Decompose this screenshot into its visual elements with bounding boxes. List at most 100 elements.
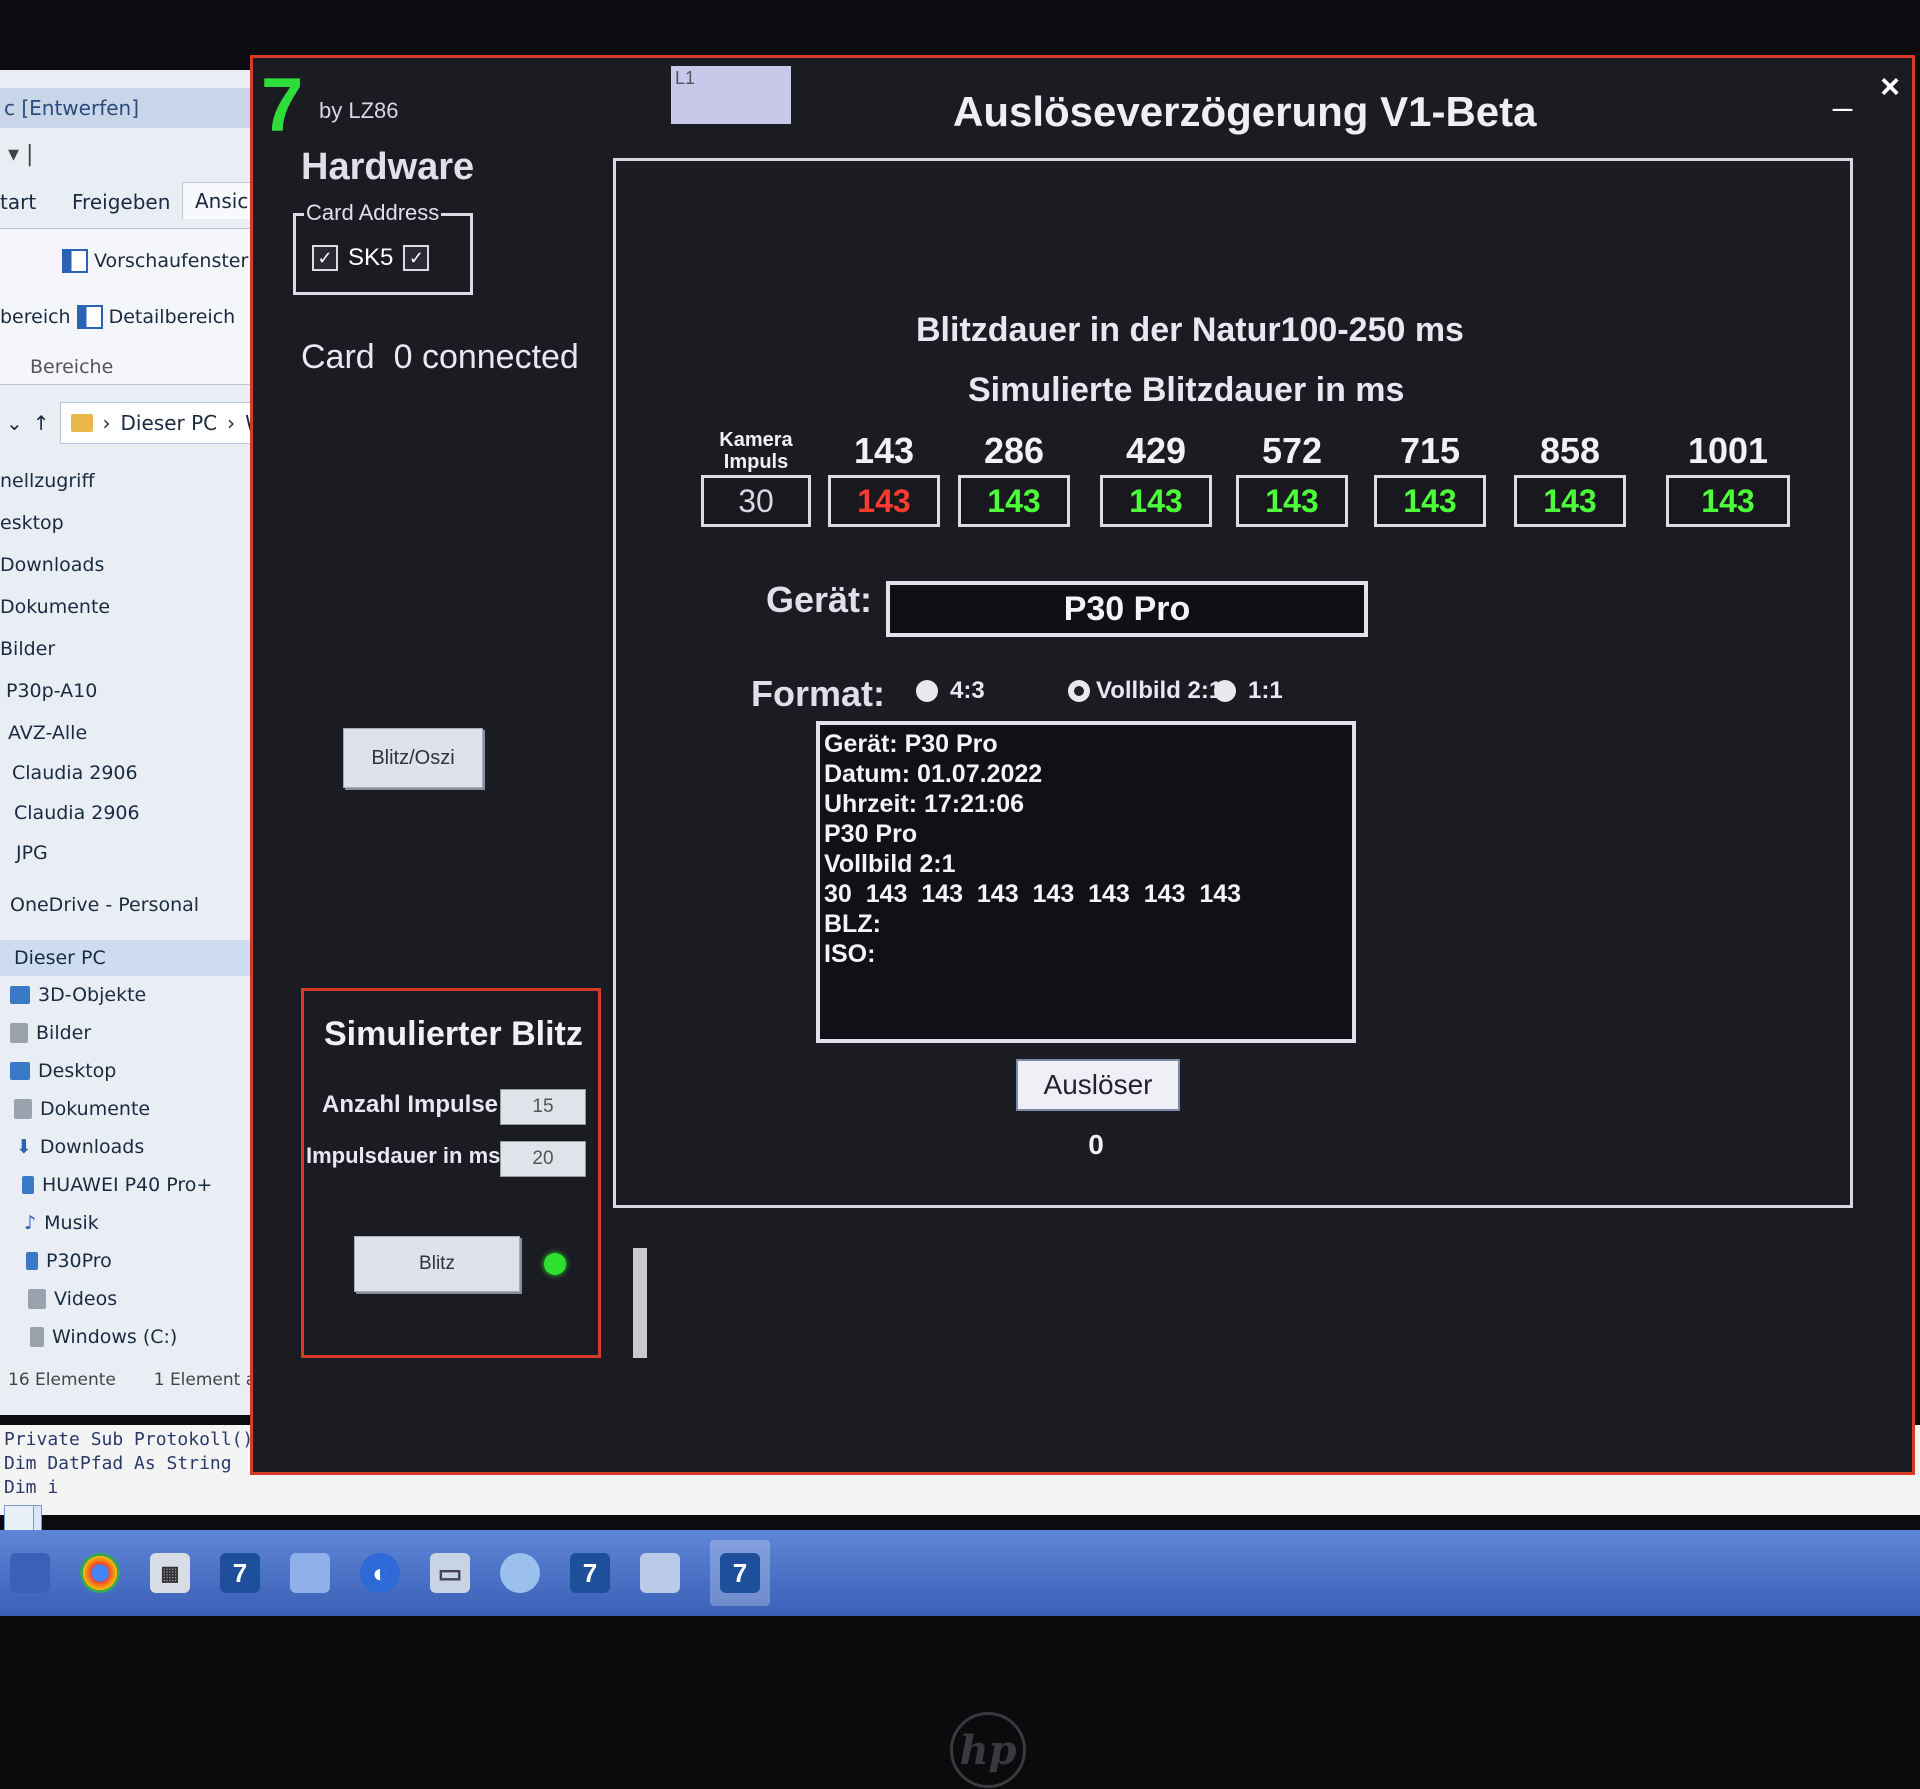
music-icon: ♪ (24, 1212, 37, 1234)
blitz-button[interactable]: Blitz (354, 1236, 520, 1292)
nav-item[interactable]: 3D-Objekte (10, 984, 146, 1006)
nav-item[interactable]: Dokumente (0, 596, 110, 618)
vb-app-icon[interactable]: 7 (220, 1553, 260, 1593)
trigger-button[interactable]: Auslöser (1016, 1059, 1180, 1111)
pulses-input[interactable]: 15 (500, 1089, 586, 1125)
downloads-icon: ⬇ (16, 1136, 32, 1158)
device-field[interactable]: P30 Pro (886, 581, 1368, 637)
nav-item[interactable]: HUAWEI P40 Pro+ (22, 1174, 212, 1196)
drive-icon (30, 1327, 44, 1347)
code-line: Dim DatPfad As String (4, 1453, 232, 1474)
tools-icon[interactable] (500, 1553, 540, 1593)
main-panel: Blitzdauer in der Natur100-250 ms Simuli… (613, 158, 1853, 1208)
nav-item[interactable]: Bilder (0, 638, 55, 660)
nav-item[interactable]: nellzugriff (0, 470, 95, 492)
log-line: Uhrzeit: 17:21:06 (824, 790, 1025, 818)
nav-item[interactable]: Bilder (10, 1022, 91, 1044)
nav-item[interactable]: Claudia 2906 (12, 762, 138, 784)
duration-column-label: 572 (1261, 430, 1323, 471)
minimize-button[interactable]: _ (1833, 74, 1852, 113)
taskbar: ▦ 7 ◐ ▭ 7 7 (0, 1530, 1920, 1616)
flash-duration-nature-heading: Blitzdauer in der Natur100-250 ms (916, 311, 1464, 349)
nav-item[interactable]: Dokumente (14, 1098, 150, 1120)
nav-item[interactable]: Videos (28, 1288, 117, 1310)
nav-item[interactable]: Desktop (10, 1060, 116, 1082)
up-arrow-icon[interactable]: ↑ (33, 411, 50, 435)
nav-item[interactable]: AVZ-Alle (8, 722, 87, 744)
radio-selected-icon (1068, 680, 1090, 702)
file-icon[interactable] (290, 1553, 330, 1593)
log-line: 30 143 143 143 143 143 143 143 (824, 880, 1242, 908)
phone-icon (26, 1252, 38, 1270)
start-button-icon[interactable] (10, 1553, 50, 1593)
tab-start[interactable]: tart (0, 190, 36, 214)
duration-input[interactable]: 20 (500, 1141, 586, 1177)
duration-column: 1001 143 (1666, 429, 1790, 527)
quick-access-dropdown[interactable]: ▾ | (8, 142, 33, 167)
nav-item[interactable]: esktop (0, 512, 64, 534)
preview-pane-button[interactable]: Vorschaufenster (62, 249, 248, 273)
details-pane-icon (76, 305, 103, 329)
breadcrumb-dieser-pc[interactable]: Dieser PC (121, 411, 218, 435)
duration-column-label: 858 (1539, 430, 1601, 471)
app-window: 7 by LZ86 L1 Auslöseverzögerung V1-Beta … (250, 55, 1915, 1475)
format-radio-1-1[interactable]: 1:1 (1214, 677, 1283, 705)
trigger-counter: 0 (1088, 1129, 1104, 1160)
format-radio-4-3[interactable]: 4:3 (916, 677, 985, 705)
nav-item[interactable]: Windows (C:) (30, 1326, 177, 1348)
close-button[interactable]: × (1880, 68, 1900, 107)
chevron-down-icon[interactable]: ⌄ (6, 411, 23, 435)
details-pane-button[interactable]: bereich Detailbereich (0, 305, 235, 329)
app-author: by LZ86 (319, 98, 399, 123)
duration-label: Impulsdauer in ms (306, 1143, 501, 1168)
nav-item[interactable]: P30Pro (26, 1250, 112, 1272)
duration-column-value: 143 (958, 475, 1070, 527)
code-line: Dim i (4, 1477, 59, 1498)
nav-item[interactable]: P30p-A10 (6, 680, 97, 702)
simulated-duration-heading: Simulierte Blitzdauer in ms (968, 371, 1405, 409)
log-line: Gerät: P30 Pro (824, 730, 998, 758)
duration-column-value: 143 (1514, 475, 1626, 527)
nav-item[interactable]: ♪ Musik (24, 1212, 99, 1234)
pictures-icon (10, 1023, 28, 1043)
preview-pane-icon (62, 249, 88, 273)
nav-item[interactable]: Downloads (0, 554, 104, 576)
log-line: BLZ: (824, 910, 881, 938)
media-icon[interactable]: ◐ (360, 1553, 400, 1593)
ribbon-group-label: Bereiche (30, 356, 114, 378)
protocol-log[interactable]: Gerät: P30 Pro Datum: 01.07.2022 Uhrzeit… (816, 721, 1356, 1043)
paint-icon[interactable] (640, 1553, 680, 1593)
second-checkbox[interactable]: ✓ (403, 245, 430, 271)
documents-icon (14, 1099, 32, 1119)
vb-app-icon: 7 (720, 1553, 760, 1593)
app-title: Auslöseverzögerung V1-Beta (953, 88, 1537, 135)
vb-app-icon[interactable]: 7 (570, 1553, 610, 1593)
scrollbar[interactable] (633, 1248, 647, 1358)
calculator-icon[interactable]: ▦ (150, 1553, 190, 1593)
radio-icon (916, 680, 938, 702)
nav-item-onedrive[interactable]: OneDrive - Personal (10, 894, 199, 916)
sim-title: Simulierter Blitz (324, 1015, 583, 1053)
camera-label: Kamera Impuls (719, 429, 793, 473)
duration-column: 572 143 (1236, 429, 1348, 527)
nav-item[interactable]: Claudia 2906 (14, 802, 140, 824)
l1-label-box: L1 (671, 66, 791, 124)
duration-column-value: 143 (1374, 475, 1486, 527)
duration-column-label: 1001 (1687, 430, 1769, 471)
chrome-icon[interactable] (80, 1553, 120, 1593)
duration-column-value: 143 (828, 475, 940, 527)
format-radio-vollbild[interactable]: Vollbild 2:1 (1068, 677, 1222, 705)
duration-column-value: 143 (1100, 475, 1212, 527)
sk5-checkbox[interactable]: ✓ (312, 245, 338, 271)
card-address-group: Card Address ✓ SK5 ✓ (293, 200, 473, 295)
blitz-oszi-button[interactable]: Blitz/Oszi (343, 728, 483, 788)
nav-item[interactable]: JPG (16, 842, 48, 864)
tab-share[interactable]: Freigeben (72, 190, 170, 214)
camera-impulse-value: 30 (701, 475, 811, 527)
window-icon[interactable]: ▭ (430, 1553, 470, 1593)
nav-item[interactable]: ⬇ Downloads (16, 1136, 144, 1158)
log-line: ISO: (824, 940, 876, 968)
app-logo: 7 (261, 63, 304, 148)
camera-impulse-column: Kamera Impuls 30 (701, 429, 811, 527)
active-app-tab[interactable]: 7 (710, 1540, 770, 1606)
